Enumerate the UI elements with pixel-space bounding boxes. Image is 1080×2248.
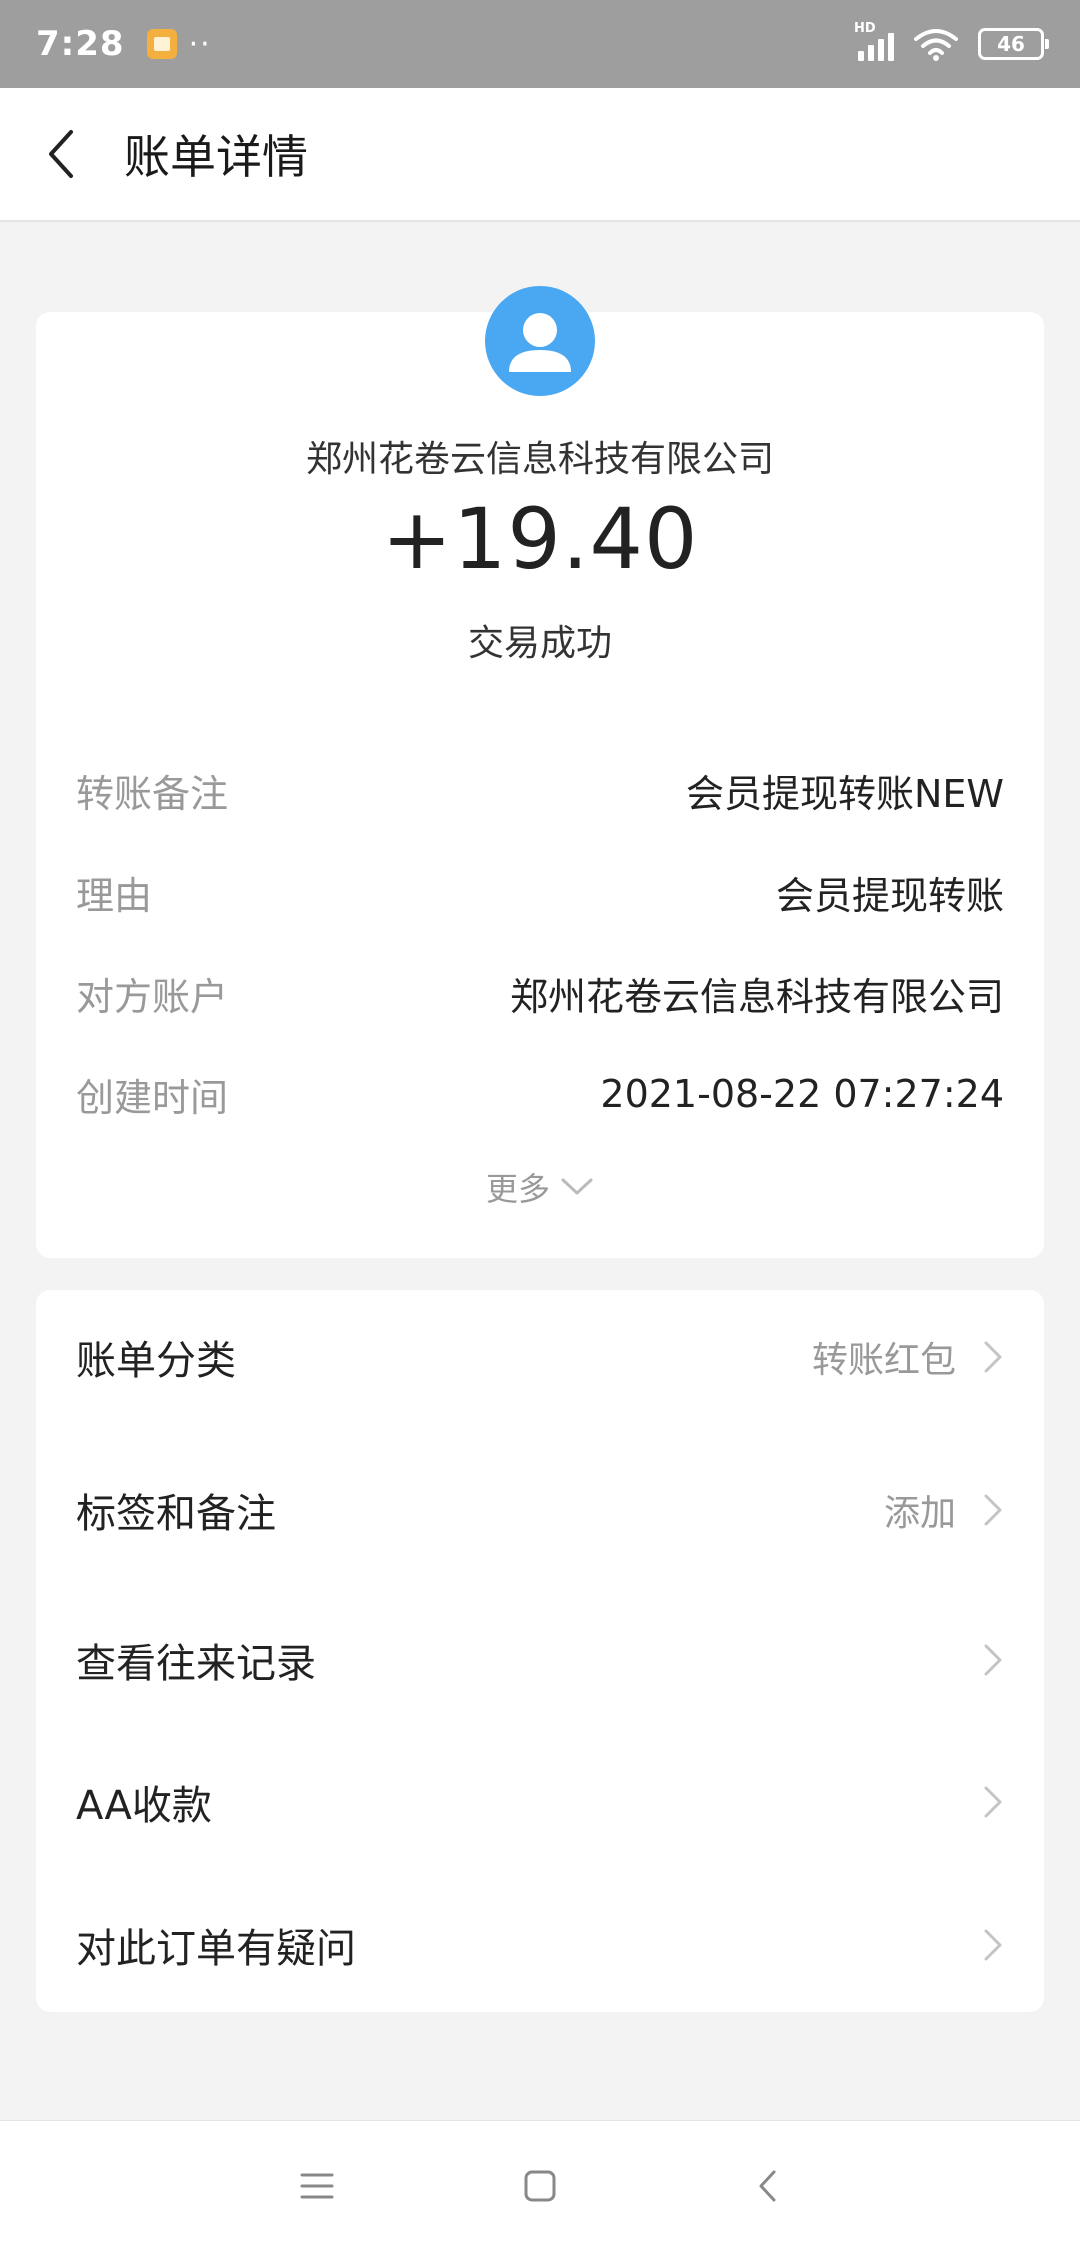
user-icon <box>509 313 571 372</box>
page-title: 账单详情 <box>124 130 308 184</box>
transaction-amount: +19.40 <box>381 490 699 588</box>
menu-item-bill-category[interactable]: 账单分类 转账红包 <box>76 1322 1004 1392</box>
chevron-right-icon <box>984 1341 1002 1373</box>
battery-level: 46 <box>997 32 1025 56</box>
chevron-right-icon <box>984 1929 1002 1961</box>
gallery-notification-icon <box>146 29 177 59</box>
status-indicators: HD 46 <box>854 21 1049 61</box>
system-nav-bar <box>0 2120 1080 2248</box>
detail-value: 郑州花卷云信息科技有限公司 <box>509 974 1004 1019</box>
notification-dots: ·· <box>188 26 212 62</box>
avatar <box>485 286 595 396</box>
transaction-status: 交易成功 <box>467 623 612 664</box>
nav-home-button[interactable] <box>515 2161 565 2211</box>
square-home-icon <box>524 2170 556 2202</box>
options-card: 账单分类 转账红包 标签和备注 添加 查看往来记录 AA收款 对此订单有疑问 <box>36 1290 1044 2012</box>
detail-label: 转账备注 <box>76 771 229 816</box>
detail-label: 理由 <box>76 873 153 918</box>
detail-value: 会员提现转账 <box>775 873 1004 918</box>
nav-menu-button[interactable] <box>292 2161 342 2211</box>
menu-value: 添加 <box>883 1493 956 1534</box>
counterparty-name: 郑州花卷云信息科技有限公司 <box>305 439 774 480</box>
detail-row-created-time: 创建时间 2021-08-22 07:27:24 <box>76 1064 1004 1124</box>
menu-item-order-question[interactable]: 对此订单有疑问 <box>76 1910 1004 1980</box>
wifi-icon <box>914 29 958 61</box>
detail-row-remark: 转账备注 会员提现转账NEW <box>76 760 1004 820</box>
menu-label: 账单分类 <box>76 1338 236 1384</box>
battery-icon: 46 <box>978 28 1049 60</box>
app-header: 账单详情 <box>0 88 1080 222</box>
menu-label: AA收款 <box>76 1783 212 1829</box>
menu-item-transaction-history[interactable]: 查看往来记录 <box>76 1625 1004 1695</box>
detail-row-account: 对方账户 郑州花卷云信息科技有限公司 <box>76 963 1004 1023</box>
status-time: 7:28 <box>36 24 125 64</box>
chevron-right-icon <box>984 1494 1002 1526</box>
detail-label: 对方账户 <box>76 974 229 1019</box>
chevron-right-icon <box>984 1786 1002 1818</box>
menu-item-tags-notes[interactable]: 标签和备注 添加 <box>76 1475 1004 1545</box>
network-type-label: HD <box>854 21 876 36</box>
menu-label: 查看往来记录 <box>76 1641 316 1687</box>
more-label: 更多 <box>485 1170 550 1208</box>
menu-icon <box>300 2173 334 2199</box>
detail-row-reason: 理由 会员提现转账 <box>76 862 1004 922</box>
menu-label: 标签和备注 <box>76 1491 276 1537</box>
more-button[interactable]: 更多 <box>36 1164 1044 1210</box>
nav-back-button[interactable] <box>742 2161 792 2211</box>
menu-item-aa-collection[interactable]: AA收款 <box>76 1767 1004 1837</box>
transaction-card: 郑州花卷云信息科技有限公司 +19.40 交易成功 转账备注 会员提现转账NEW… <box>36 286 1044 1258</box>
chevron-right-icon <box>984 1644 1002 1676</box>
detail-value: 会员提现转账NEW <box>685 771 1004 816</box>
chevron-left-icon <box>759 2170 776 2202</box>
back-button[interactable] <box>0 87 120 221</box>
status-bar: 7:28 ·· HD 46 <box>0 0 1080 88</box>
signal-icon: HD <box>854 21 894 61</box>
chevron-down-icon <box>561 1178 593 1195</box>
chevron-left-icon <box>49 130 73 178</box>
menu-value: 转账红包 <box>811 1340 956 1381</box>
menu-label: 对此订单有疑问 <box>76 1926 356 1972</box>
detail-label: 创建时间 <box>76 1075 229 1120</box>
detail-value: 2021-08-22 07:27:24 <box>600 1072 1004 1116</box>
